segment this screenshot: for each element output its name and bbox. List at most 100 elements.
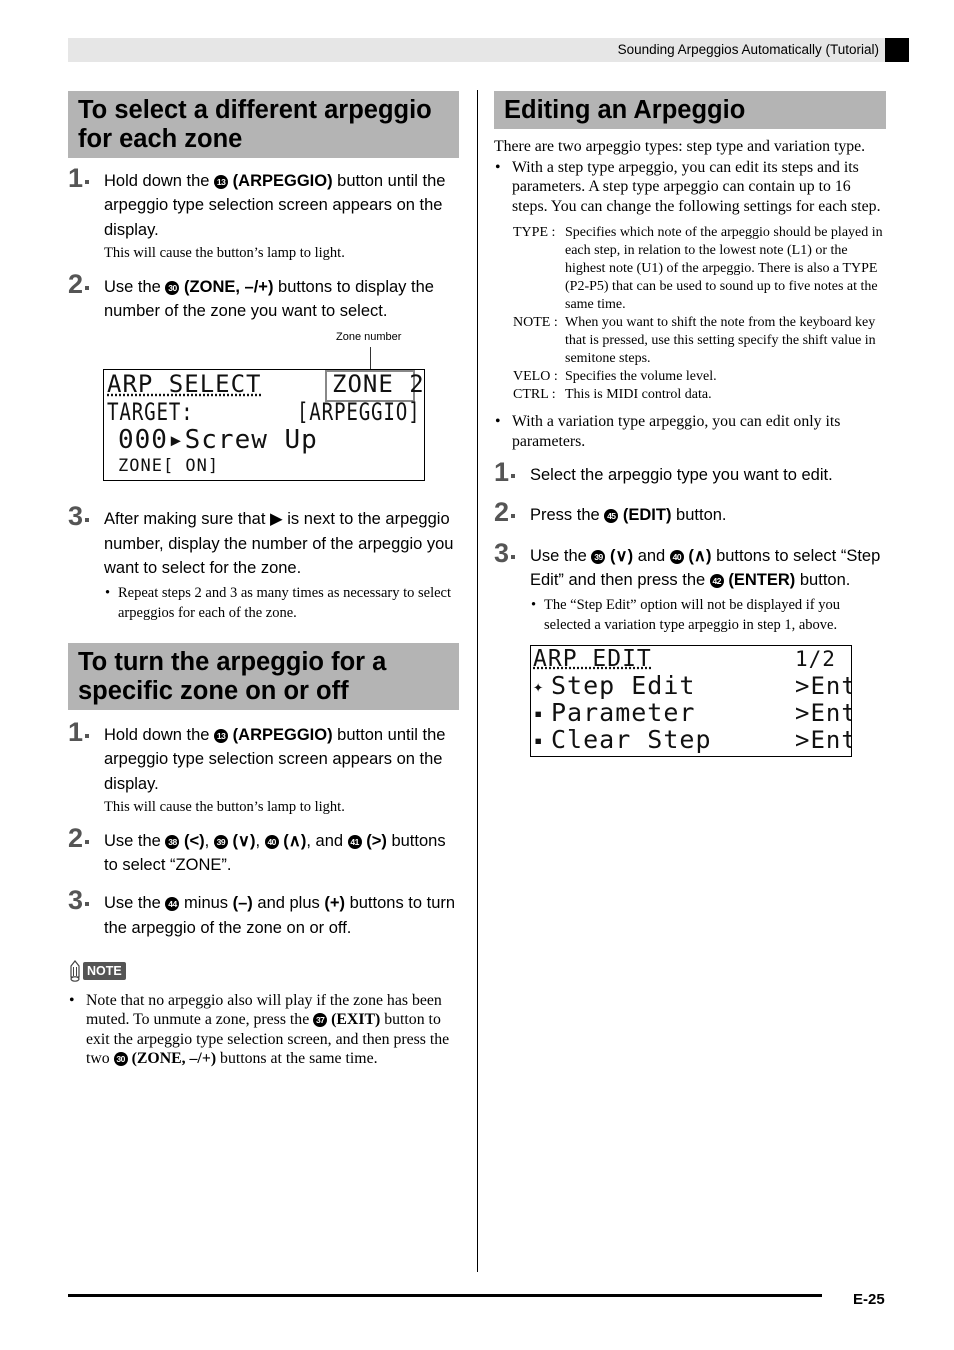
callout-leader-line [370,347,371,370]
lcd-figure-arp-edit: ARP EDIT 1/2 ✦ Step Edit >Ent ▪ Paramete… [494,644,886,765]
button-number-icon: 41 [347,834,362,849]
step-text: and [633,546,670,565]
page-number: E-25 [853,1291,885,1308]
definition-value: Specifies the volume level. [565,369,717,385]
note-label: NOTE [83,962,126,981]
button-name: (ENTER) [728,570,796,589]
step-number: 2 [494,499,516,526]
step-number: 3 [68,887,90,914]
step-text: Hold down the [104,172,215,190]
step-text: Press the [530,506,605,525]
button-number-icon: 39 [213,834,228,849]
definition-note: NOTE : When you want to shift the note fr… [494,314,886,368]
running-header-title: Sounding Arpeggios Automatically (Tutori… [617,42,879,57]
step-text: Hold down the [104,725,215,744]
minus-label: (–) [232,894,253,913]
button-number-icon: 13 [214,175,229,189]
definition-type: TYPE : Specifies which note of the arpegg… [494,224,886,314]
button-name: (ARPEGGIO) [232,725,333,744]
step-text: After making sure that ▶ is next to the … [104,510,454,578]
lcd-line-target-value: [ARPEGGIO] [296,398,420,427]
step-3: 3 After making sure that ▶ is next to th… [68,503,459,623]
section-heading-select-arpeggio: To select a different arpeggio for each … [68,91,459,158]
lcd-enter-indicator: >Ent [795,698,852,727]
heading-line: specific zone on or off [78,676,349,705]
step-note: This will cause the button’s lamp to lig… [104,798,345,815]
step-2: 2 Press the 45 (EDIT) button. [494,499,886,527]
lcd-line-arpeggio: 000▸Screw Up [118,425,318,456]
definition-value: When you want to shift the note from the… [565,315,876,367]
button-number-icon: 38 [165,834,180,849]
step-bullet: The “Step Edit” option will not be displ… [530,596,886,635]
button-number-icon: 13 [214,728,229,743]
button-number-icon: 30 [165,280,180,295]
plus-label: (+) [324,894,345,913]
up-arrow-icon: (∧) [283,831,307,850]
definition-velo: VELO : Specifies the volume level. [494,368,886,386]
right-arrow-icon: (>) [366,831,387,850]
definition-value: Specifies which note of the arpeggio sho… [565,225,883,313]
button-number-icon: 44 [165,897,180,912]
step-text: , and [306,831,348,850]
step-text: Select the arpeggio type you want to edi… [530,466,833,485]
selected-marker-icon: ✦ [533,676,545,697]
step-number: 1 [494,459,516,486]
note-text: Note that no arpeggio also will play if … [68,991,459,1069]
step-2: 2 Use the 30 (ZONE, –/+) buttons to disp… [68,270,459,324]
step-text: button. [671,506,727,525]
lcd-line-target: TARGET: [107,398,194,427]
step-3: 3 Use the 44 minus (–) and plus (+) butt… [68,887,459,940]
button-number-icon: 45 [604,509,619,524]
lcd-zone-value: ZONE 2 [332,370,425,399]
lcd-menu-item-clear-step: Clear Step [551,724,712,754]
step-number: 3 [68,503,90,530]
definition-value: This is MIDI control data. [565,387,712,403]
down-arrow-icon: (∨) [232,831,256,850]
lcd-figure-arp-select: Zone number ARP SELECT ZONE 2 TARGET: [A… [68,323,459,493]
item-marker-icon: ▪ [534,705,544,722]
callout-label: Zone number [336,331,402,344]
step-number: 2 [68,270,90,297]
definition-list: TYPE : Specifies which note of the arpegg… [494,224,886,404]
note-badge: NOTE [68,960,126,982]
definition-key: NOTE : [513,315,558,331]
step-number: 2 [68,824,90,851]
definition-ctrl: CTRL : This is MIDI control data. [494,386,886,404]
lcd-line-title: ARP SELECT [107,370,262,399]
header-tab-marker [885,38,909,62]
step-bullet: Repeat steps 2 and 3 as many times as ne… [104,584,459,623]
step-1: 1 Hold down the 13 (ARPEGGIO) button unt… [68,165,459,263]
heading-line: To turn the arpeggio for a [78,647,387,676]
lcd-line-title: ARP EDIT [533,645,652,672]
running-header: Sounding Arpeggios Automatically (Tutori… [68,38,909,62]
step-text: Use the [530,546,592,565]
definition-key: TYPE : [513,225,556,241]
button-number-icon: 40 [669,549,684,564]
button-name: (ZONE, –/+) [184,277,274,296]
button-name: (ARPEGGIO) [232,172,333,190]
step-text: Use the [104,831,166,850]
lcd-page-indicator: 1/2 [795,646,836,671]
step-number: 3 [494,539,516,566]
down-arrow-icon: (∨) [610,546,634,565]
step-number: 1 [68,718,90,745]
column-divider [477,90,478,1272]
button-number-icon: 37 [313,1013,328,1028]
left-arrow-icon: (<) [184,831,205,850]
lcd-line-zone-status: ZONE[ ON] [118,456,220,477]
step-1: 1 Hold down the 13 (ARPEGGIO) button unt… [68,718,459,817]
step-2: 2 Use the 38 (<), 39 (∨), 40 (∧), and 41… [68,822,446,875]
step-text: Use the [104,894,166,913]
button-name: (ZONE, –/+) [131,1050,217,1068]
lcd-menu-item-parameter: Parameter [551,697,696,727]
footer-rule [68,1294,822,1297]
button-name: (EXIT) [331,1011,381,1029]
up-arrow-icon: (∧) [688,546,712,565]
step-text: button. [795,570,851,589]
note-text-part: buttons at the same time. [216,1050,378,1068]
button-number-icon: 30 [113,1052,128,1067]
step-text: Use the [104,277,166,296]
button-number-icon: 40 [264,834,279,849]
section-heading-zone-on-off: To turn the arpeggio for a specific zone… [68,642,459,710]
button-number-icon: 42 [709,573,724,588]
